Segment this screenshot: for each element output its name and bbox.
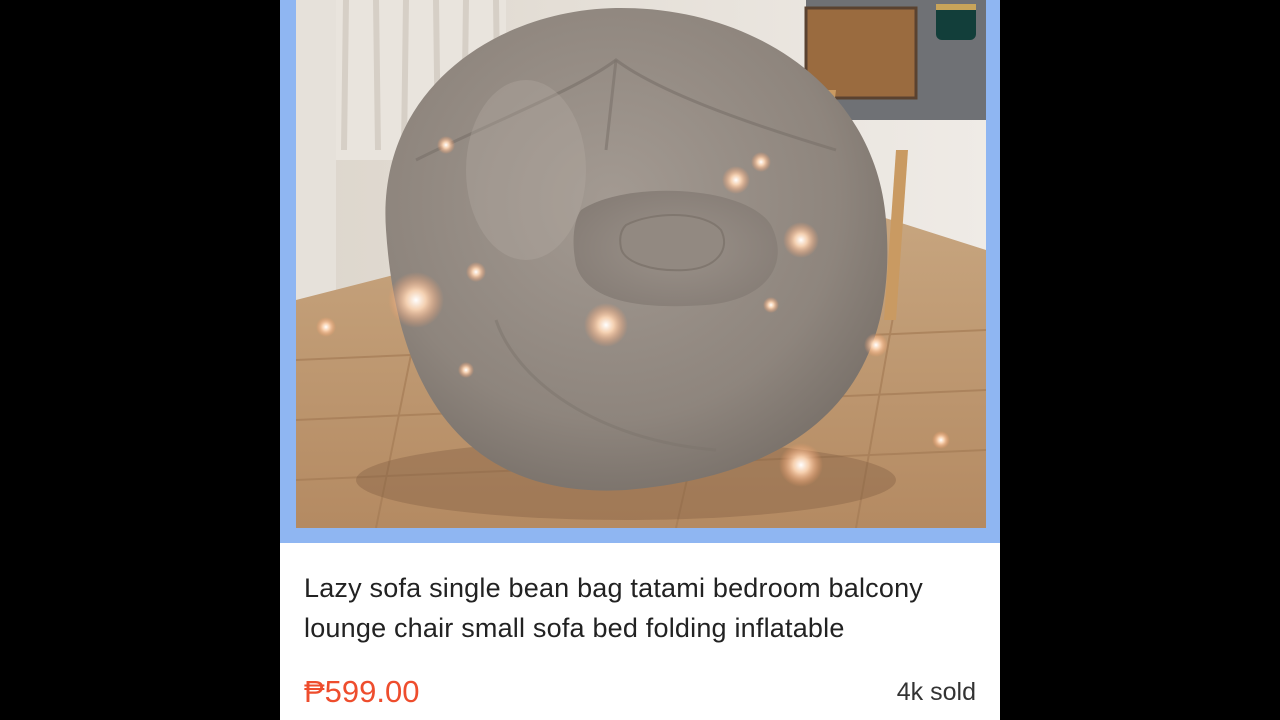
sold-count: 4k sold xyxy=(896,678,976,706)
product-price: ₱599.00 xyxy=(304,674,420,709)
product-card[interactable]: Lazy sofa single bean bag tatami bedroom… xyxy=(280,0,1000,720)
product-title[interactable]: Lazy sofa single bean bag tatami bedroom… xyxy=(304,568,978,648)
product-photo xyxy=(296,0,986,528)
product-image[interactable] xyxy=(280,0,1000,543)
screen: Lazy sofa single bean bag tatami bedroom… xyxy=(0,0,1280,720)
